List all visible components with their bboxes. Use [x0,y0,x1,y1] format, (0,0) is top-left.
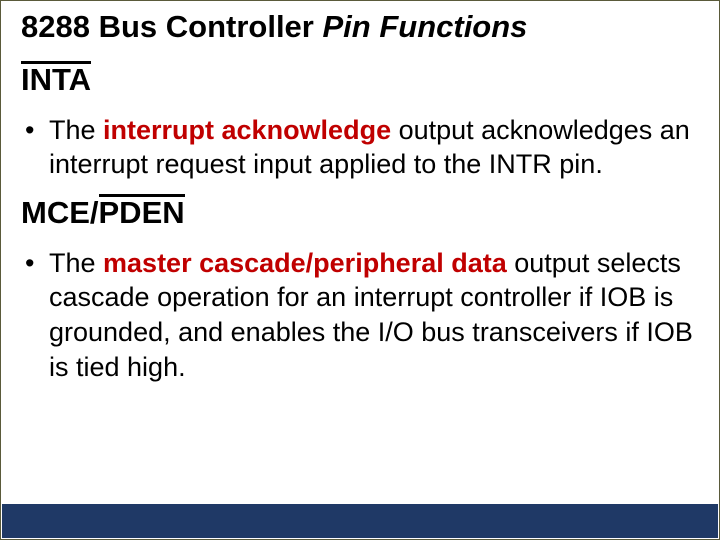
section-heading-inta: INTA [21,63,699,97]
pden-overline: PDEN [99,196,185,230]
mce-pre: The [49,248,103,278]
mce-bold: master cascade/peripheral data [103,248,507,278]
bullet-marker: • [21,246,49,384]
inta-bold: interrupt acknowledge [103,115,391,145]
bullet-inta: • The interrupt acknowledge output ackno… [21,113,699,182]
inta-pre: The [49,115,103,145]
slide-container: 8288 Bus Controller Pin Functions INTA •… [0,0,720,540]
slide-title: 8288 Bus Controller Pin Functions [21,9,699,45]
section-heading-mce-pden: MCE/PDEN [21,196,699,230]
bullet-marker: • [21,113,49,182]
title-text-2: Pin Functions [322,9,527,44]
bullet-mce-pden: • The master cascade/peripheral data out… [21,246,699,384]
bullet-text-inta: The interrupt acknowledge output acknowl… [49,113,699,182]
title-text-1: 8288 Bus Controller [21,9,322,44]
footer-bar [2,504,718,538]
mce-text: MCE/ [21,195,99,230]
bullet-text-mce: The master cascade/peripheral data outpu… [49,246,699,384]
inta-overline: INTA [21,63,91,97]
